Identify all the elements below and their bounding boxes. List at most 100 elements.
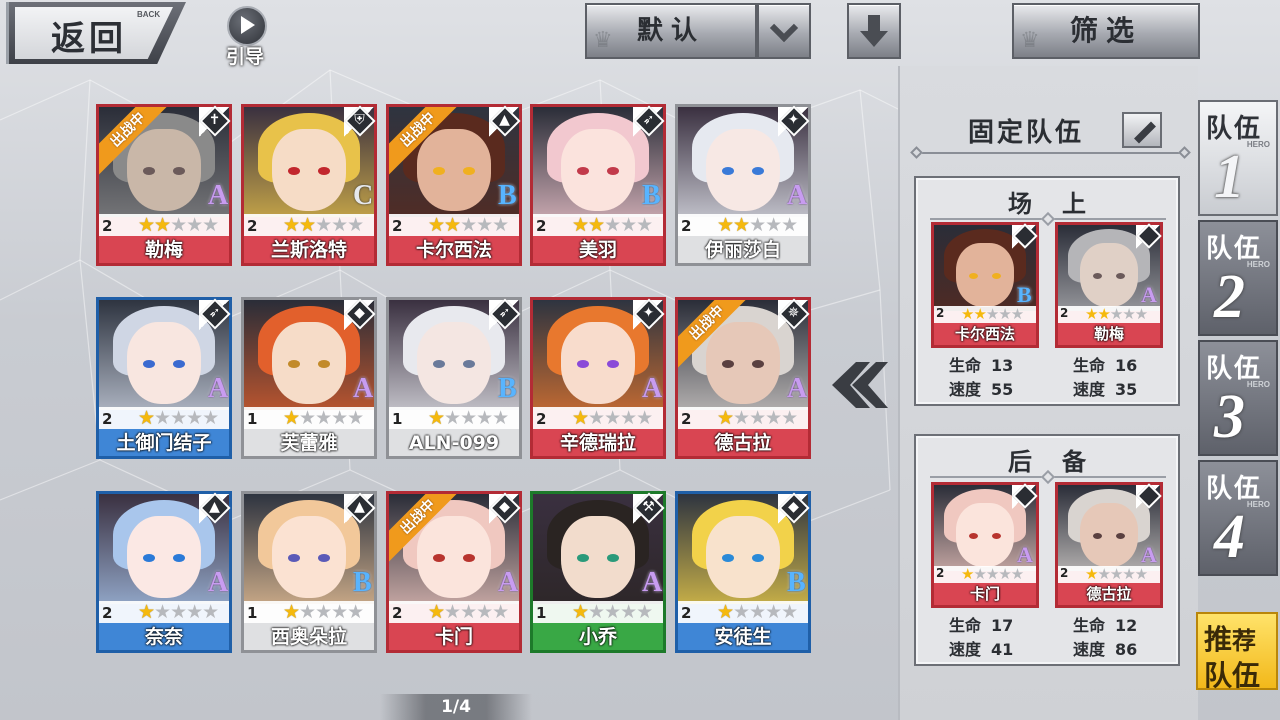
character-level: 2 (536, 217, 547, 235)
star-rating: ★★★★★ (572, 601, 653, 623)
hp-stat: 生命 17 (949, 616, 1014, 635)
sort-dropdown-button[interactable] (757, 3, 811, 59)
character-card[interactable]: 1 ★★★★★ B ALN-099 ➶ (386, 297, 522, 459)
sort-button[interactable]: ♛ 默认 (585, 3, 757, 59)
portrait-eye (722, 167, 734, 175)
character-card[interactable]: 2 ★★★★★ A 卡门 ◆ 出战中 (386, 491, 522, 653)
portrait-face (417, 322, 491, 404)
character-name: 卡门 (934, 583, 1036, 605)
portrait-eye (969, 273, 978, 279)
witch-hat-icon-glyph: ▲ (354, 499, 365, 515)
sort-order-button[interactable] (847, 3, 901, 59)
guide-button[interactable]: 引导 (224, 6, 270, 68)
rank-badge: A (1141, 542, 1157, 567)
star-rating: ★★★★★ (138, 407, 219, 429)
back-button[interactable]: 返回 BACK (6, 2, 186, 64)
star-rating: ★★★★★ (717, 601, 798, 623)
character-level: 2 (681, 217, 692, 235)
recommend-team-button[interactable]: 推荐 队伍 (1196, 612, 1278, 692)
tab-sublabel: HERO (1246, 140, 1270, 149)
star-rating: ★★★★★ (572, 214, 653, 236)
rank-badge: A (498, 567, 519, 598)
tab-sublabel: HERO (1246, 500, 1270, 509)
deployed-label: 出战中 (99, 107, 169, 177)
team-member-card[interactable]: 2 ★★★★★ A 德古拉 (1055, 482, 1163, 608)
character-name: 安徒生 (678, 624, 808, 650)
character-card[interactable]: 1 ★★★★★ A 芙蕾雅 ◆ (241, 297, 377, 459)
portrait-face (561, 129, 635, 211)
portrait-face (561, 516, 635, 598)
tab-team-4[interactable]: 队伍 HERO 4 (1198, 460, 1278, 576)
portrait-face (127, 322, 201, 404)
rank-badge: A (787, 373, 808, 404)
portrait-eye (1116, 273, 1125, 279)
top-bar: 返回 BACK 引导 ♛ 默认 ♛ 筛选 (0, 0, 1280, 68)
character-name: 卡尔西法 (934, 323, 1036, 345)
bow-icon-glyph: ➶ (498, 305, 511, 321)
team-member-card[interactable]: 2 ★★★★★ A 勒梅 (1055, 222, 1163, 348)
character-card[interactable]: 2 ★★★★★ A 德古拉 ✵ 出战中 (675, 297, 811, 459)
filter-label: 筛选 (1069, 14, 1142, 47)
character-card[interactable]: 2 ★★★★★ B 美羽 ➶ (530, 104, 666, 266)
witch-hat-icon-glyph: ▲ (499, 112, 510, 128)
filter-button[interactable]: ♛ 筛选 (1012, 3, 1200, 59)
speed-stat: 速度 35 (1073, 380, 1138, 399)
character-level: 2 (392, 217, 403, 235)
tab-team-3[interactable]: 队伍 HERO 3 (1198, 340, 1278, 456)
character-name: 芙蕾雅 (244, 430, 374, 456)
character-name: 卡门 (389, 624, 519, 650)
character-card[interactable]: 2 ★★★★★ B 安徒生 ◆ (675, 491, 811, 653)
portrait-eye (752, 554, 764, 562)
character-card[interactable]: 2 ★★★★★ C 兰斯洛特 ⛨ (241, 104, 377, 266)
character-card[interactable]: 1 ★★★★★ B 西奥朵拉 ▲ (241, 491, 377, 653)
star-rating: ★★★★★ (283, 601, 364, 623)
rank-badge: B (1017, 282, 1032, 307)
tab-number: 4 (1214, 503, 1245, 571)
bow-icon-glyph: ➶ (642, 112, 655, 128)
character-card[interactable]: 1 ★★★★★ A 小乔 ⚒ (530, 491, 666, 653)
portrait-face (956, 243, 1014, 307)
deployed-ribbon: 出战中 (99, 107, 169, 177)
portrait-eye (1093, 533, 1102, 539)
character-card[interactable]: 2 ★★★★★ A 土御门结子 ➶ (96, 297, 232, 459)
character-card[interactable]: 2 ★★★★★ A 辛德瑞拉 ✦ (530, 297, 666, 459)
class-icon (1136, 223, 1162, 249)
star-rating: ★★★★★ (717, 407, 798, 429)
move-right-chevron-icon[interactable] (826, 354, 892, 416)
back-sublabel: BACK (137, 10, 161, 19)
team-member-card[interactable]: 2 ★★★★★ A 卡门 (931, 482, 1039, 608)
tab-team-2[interactable]: 队伍 HERO 2 (1198, 220, 1278, 336)
star-rating: ★★★★★ (138, 601, 219, 623)
bow-icon: ➶ (633, 105, 665, 137)
character-card[interactable]: 2 ★★★★★ B 卡尔西法 ▲ 出战中 (386, 104, 522, 266)
portrait-eye (752, 167, 764, 175)
speed-stat: 速度 86 (1073, 640, 1138, 659)
character-name: 勒梅 (1058, 323, 1160, 345)
portrait-eye (607, 554, 619, 562)
portrait-eye (1093, 273, 1102, 279)
rank-badge: A (642, 373, 663, 404)
dagger-icon: ✦ (633, 298, 665, 330)
bow-icon: ➶ (199, 298, 231, 330)
deployed-ribbon: 出战中 (389, 494, 459, 564)
mask-icon: ◆ (489, 492, 521, 524)
class-gem (1012, 223, 1038, 249)
star-rating: ★★★★★ (428, 601, 509, 623)
portrait-eye (722, 554, 734, 562)
speed-stat: 速度 41 (949, 640, 1014, 659)
character-card[interactable]: 2 ★★★★★ A 奈奈 ▲ (96, 491, 232, 653)
rank-badge: B (642, 180, 661, 211)
crown-deco-icon: ♛ (593, 28, 613, 53)
tab-team-1[interactable]: 队伍 HERO 1 (1198, 100, 1278, 216)
team-member-card[interactable]: 2 ★★★★★ B 卡尔西法 (931, 222, 1039, 348)
character-name: 兰斯洛特 (244, 237, 374, 263)
tab-number: 1 (1214, 143, 1245, 211)
star-rating: ★★★★★ (138, 214, 219, 236)
deployed-label: 出战中 (389, 107, 459, 177)
character-card[interactable]: 2 ★★★★★ A 伊丽莎白 ✦ (675, 104, 811, 266)
shield-icon: ⛨ (344, 105, 376, 137)
shuriken-icon-glyph: ✵ (787, 305, 800, 321)
portrait-eye (577, 167, 589, 175)
character-card[interactable]: 2 ★★★★★ A 勒梅 ✝ 出战中 (96, 104, 232, 266)
edit-team-button[interactable] (1122, 112, 1162, 148)
